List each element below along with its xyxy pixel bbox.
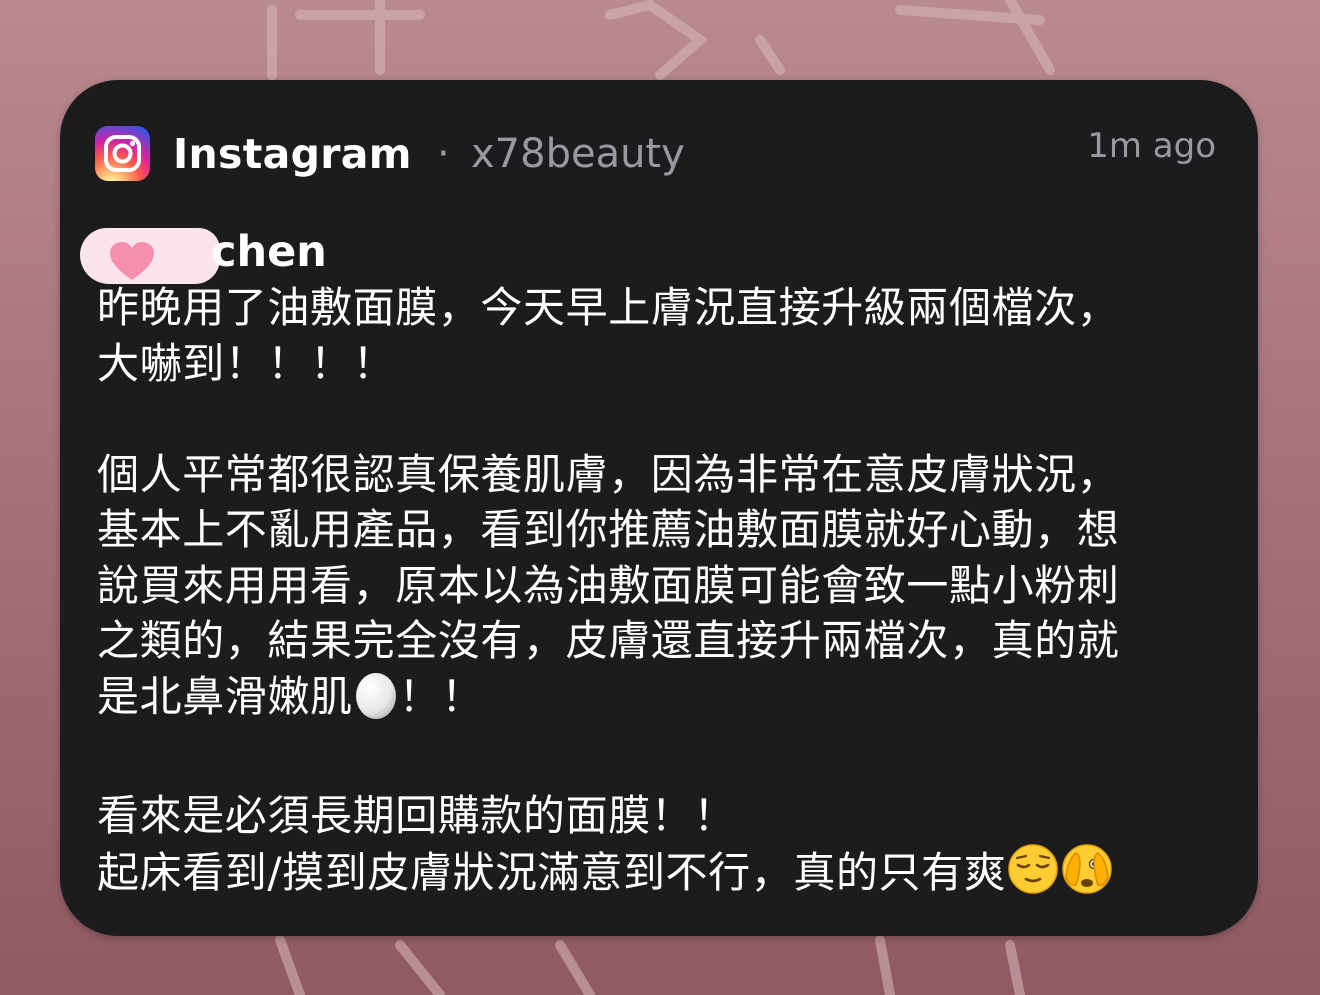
relieved-face-emoji [1006, 843, 1060, 909]
notification-card[interactable]: Instagram · x78beauty 1m ago chen 昨晚用了油敷… [60, 80, 1258, 936]
message-line: 是北鼻滑嫩肌 ！！ [97, 669, 1217, 733]
heart-icon [110, 242, 154, 280]
app-name: Instagram [173, 130, 412, 178]
timestamp: 1m ago [1087, 126, 1216, 166]
face-with-peeking-eye-emoji [1060, 843, 1114, 909]
message-body: 昨晚用了油敷面膜，今天早上膚況直接升級兩個檔次， 大嚇到！！！！ 個人平常都很認… [97, 280, 1217, 909]
message-line: 昨晚用了油敷面膜，今天早上膚況直接升級兩個檔次， [97, 283, 1120, 332]
message-text: 起床看到/摸到皮膚狀況滿意到不行，真的只有爽 [97, 848, 1007, 897]
instagram-icon [95, 126, 150, 181]
egg-emoji [353, 669, 399, 733]
message-line: 看來是必須長期回購款的面膜！！ [97, 790, 737, 840]
account-name: x78beauty [471, 131, 685, 177]
sender-name: chen [211, 227, 327, 277]
message-line: 說買來用用看，原本以為油敷面膜可能會致一點小粉刺 [97, 560, 1120, 610]
message-line: 基本上不亂用產品，看到你推薦油敷面膜就好心動，想 [97, 505, 1120, 554]
notification-header: Instagram · x78beauty 1m ago [95, 126, 1216, 182]
message-text: 是北鼻滑嫩肌 [97, 671, 353, 721]
header-separator: · [437, 131, 450, 177]
message-text: ！！ [398, 671, 484, 721]
message-line: 大嚇到！！！！ [97, 338, 396, 388]
message-line: 起床看到/摸到皮膚狀況滿意到不行，真的只有爽 [97, 843, 1217, 909]
message-line: 個人平常都很認真保養肌膚，因為非常在意皮膚狀況， [97, 449, 1120, 499]
sender-row: chen [80, 222, 580, 286]
redaction-sticker [80, 228, 220, 284]
message-line: 之類的，結果完全沒有，皮膚還直接升兩檔次，真的就 [97, 616, 1120, 665]
